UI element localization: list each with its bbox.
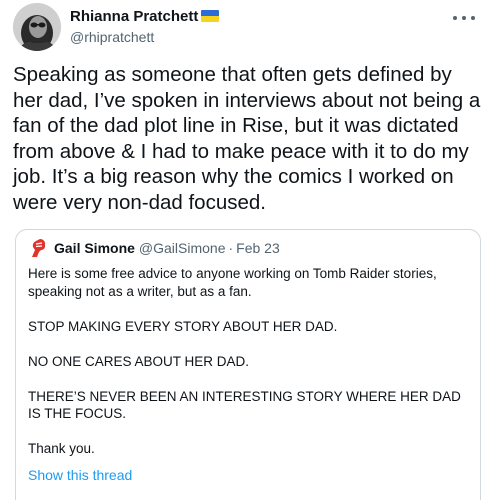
quoted-author-avatar[interactable] [28, 238, 48, 258]
tweet: Rhianna Pratchett @rhipratchett Speaking… [0, 0, 489, 500]
author-name-text: Rhianna Pratchett [70, 8, 199, 25]
header-separator: · [228, 240, 234, 256]
author-avatar-image [13, 3, 61, 51]
tweet-text: Speaking as someone that often gets defi… [13, 63, 481, 214]
quoted-author-handle[interactable]: @GailSimone [139, 239, 226, 257]
quoted-paragraph: NO ONE CARES ABOUT HER DAD. [28, 353, 250, 369]
quoted-paragraph: Thank you. [28, 441, 95, 456]
quoted-tweet-text: Here is some free advice to anyone worki… [28, 265, 474, 458]
author-name[interactable]: Rhianna Pratchett [70, 8, 220, 26]
quoted-paragraph: THERE’S NEVER BEEN AN INTERESTING STORY … [28, 388, 461, 422]
quoted-paragraph: STOP MAKING EVERY STORY ABOUT HER DAD. [28, 318, 338, 334]
dot-icon [453, 16, 457, 20]
quoted-tweet[interactable]: Gail Simone @GailSimone · Feb 23 Here is… [15, 229, 481, 500]
more-options-button[interactable] [453, 12, 475, 24]
author-handle[interactable]: @rhipratchett [70, 28, 154, 46]
show-thread-link[interactable]: Show this thread [28, 466, 132, 484]
quoted-tweet-date[interactable]: Feb 23 [236, 239, 280, 257]
fist-logo-icon [32, 239, 45, 257]
author-avatar[interactable] [13, 3, 61, 51]
dot-icon [462, 16, 466, 20]
quoted-tweet-header: Gail Simone @GailSimone · Feb 23 [28, 238, 280, 258]
quoted-author-name[interactable]: Gail Simone [54, 239, 135, 257]
quoted-paragraph: Here is some free advice to anyone worki… [28, 266, 437, 299]
dot-icon [471, 16, 475, 20]
ukraine-flag-icon [201, 10, 220, 22]
